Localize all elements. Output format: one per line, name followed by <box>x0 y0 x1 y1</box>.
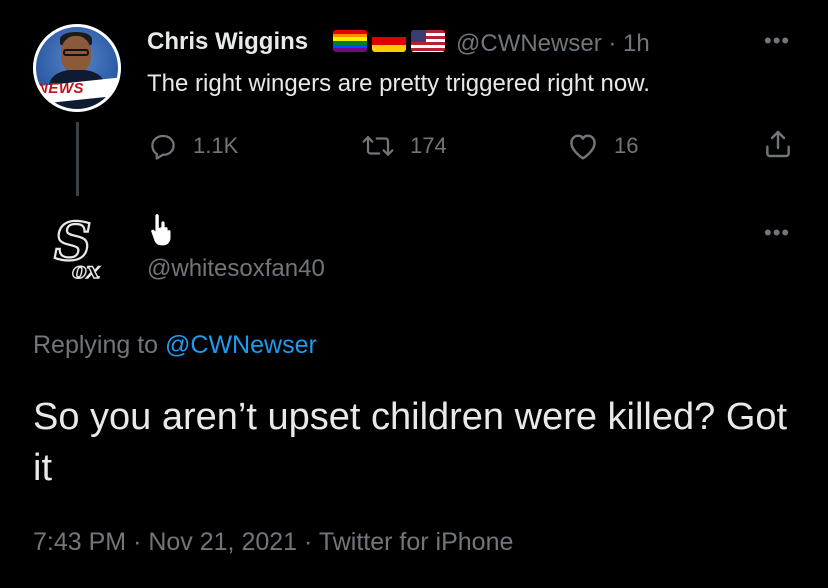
parent-tweet-text: The right wingers are pretty triggered r… <box>147 70 650 97</box>
more-options-icon[interactable]: ••• <box>764 28 790 54</box>
rainbow-pride-flag-icon <box>333 30 367 52</box>
retweet-count: 174 <box>410 133 447 158</box>
author-handle[interactable]: @CWNewser <box>456 30 602 57</box>
svg-text:ox: ox <box>72 258 101 284</box>
united-states-flag-icon <box>411 30 445 52</box>
reply-tweet-text: So you aren’t upset children were killed… <box>33 396 788 489</box>
reply-author-handle[interactable]: @whitesoxfan40 <box>147 255 325 283</box>
author-name[interactable]: Chris Wiggins <box>147 28 308 56</box>
replying-to: Replying to @CWNewser <box>33 331 317 360</box>
like-button[interactable]: 16 <box>566 131 638 161</box>
share-icon <box>766 130 790 158</box>
avatar-news-text: NEWS <box>37 80 84 97</box>
white-sox-logo-icon[interactable]: S ox <box>50 210 108 288</box>
parent-avatar[interactable]: NEWS <box>33 24 121 112</box>
retweet-button[interactable]: 174 <box>360 131 447 161</box>
reply-more-options-icon[interactable]: ••• <box>764 220 790 246</box>
separator: · <box>608 30 617 57</box>
replying-to-handle-link[interactable]: @CWNewser <box>165 331 317 359</box>
reply-count: 1.1K <box>193 133 239 158</box>
author-handle-and-time: @CWNewser · 1h <box>456 30 650 58</box>
retweet-icon <box>362 136 394 156</box>
tweet-client: Twitter for iPhone <box>318 528 514 556</box>
tweet-metadata: 7:43 PM · Nov 21, 2021 · Twitter for iPh… <box>33 528 513 557</box>
pointer-hand-cursor-icon <box>150 212 172 247</box>
like-count: 16 <box>614 133 639 158</box>
reply-button[interactable]: 1.1K <box>147 131 238 161</box>
thread-line <box>76 122 79 196</box>
replying-to-label: Replying to <box>33 331 159 359</box>
share-button[interactable] <box>762 128 794 160</box>
heart-icon <box>570 134 596 160</box>
avatar-glasses <box>63 49 89 56</box>
author-flags <box>333 30 445 52</box>
separator: · <box>133 528 142 556</box>
germany-flag-icon <box>372 30 406 52</box>
timestamp[interactable]: 1h <box>623 30 650 57</box>
separator: · <box>304 528 313 556</box>
tweet-date[interactable]: Nov 21, 2021 <box>148 528 297 556</box>
reply-icon <box>151 134 175 160</box>
tweet-time[interactable]: 7:43 PM <box>33 528 126 556</box>
